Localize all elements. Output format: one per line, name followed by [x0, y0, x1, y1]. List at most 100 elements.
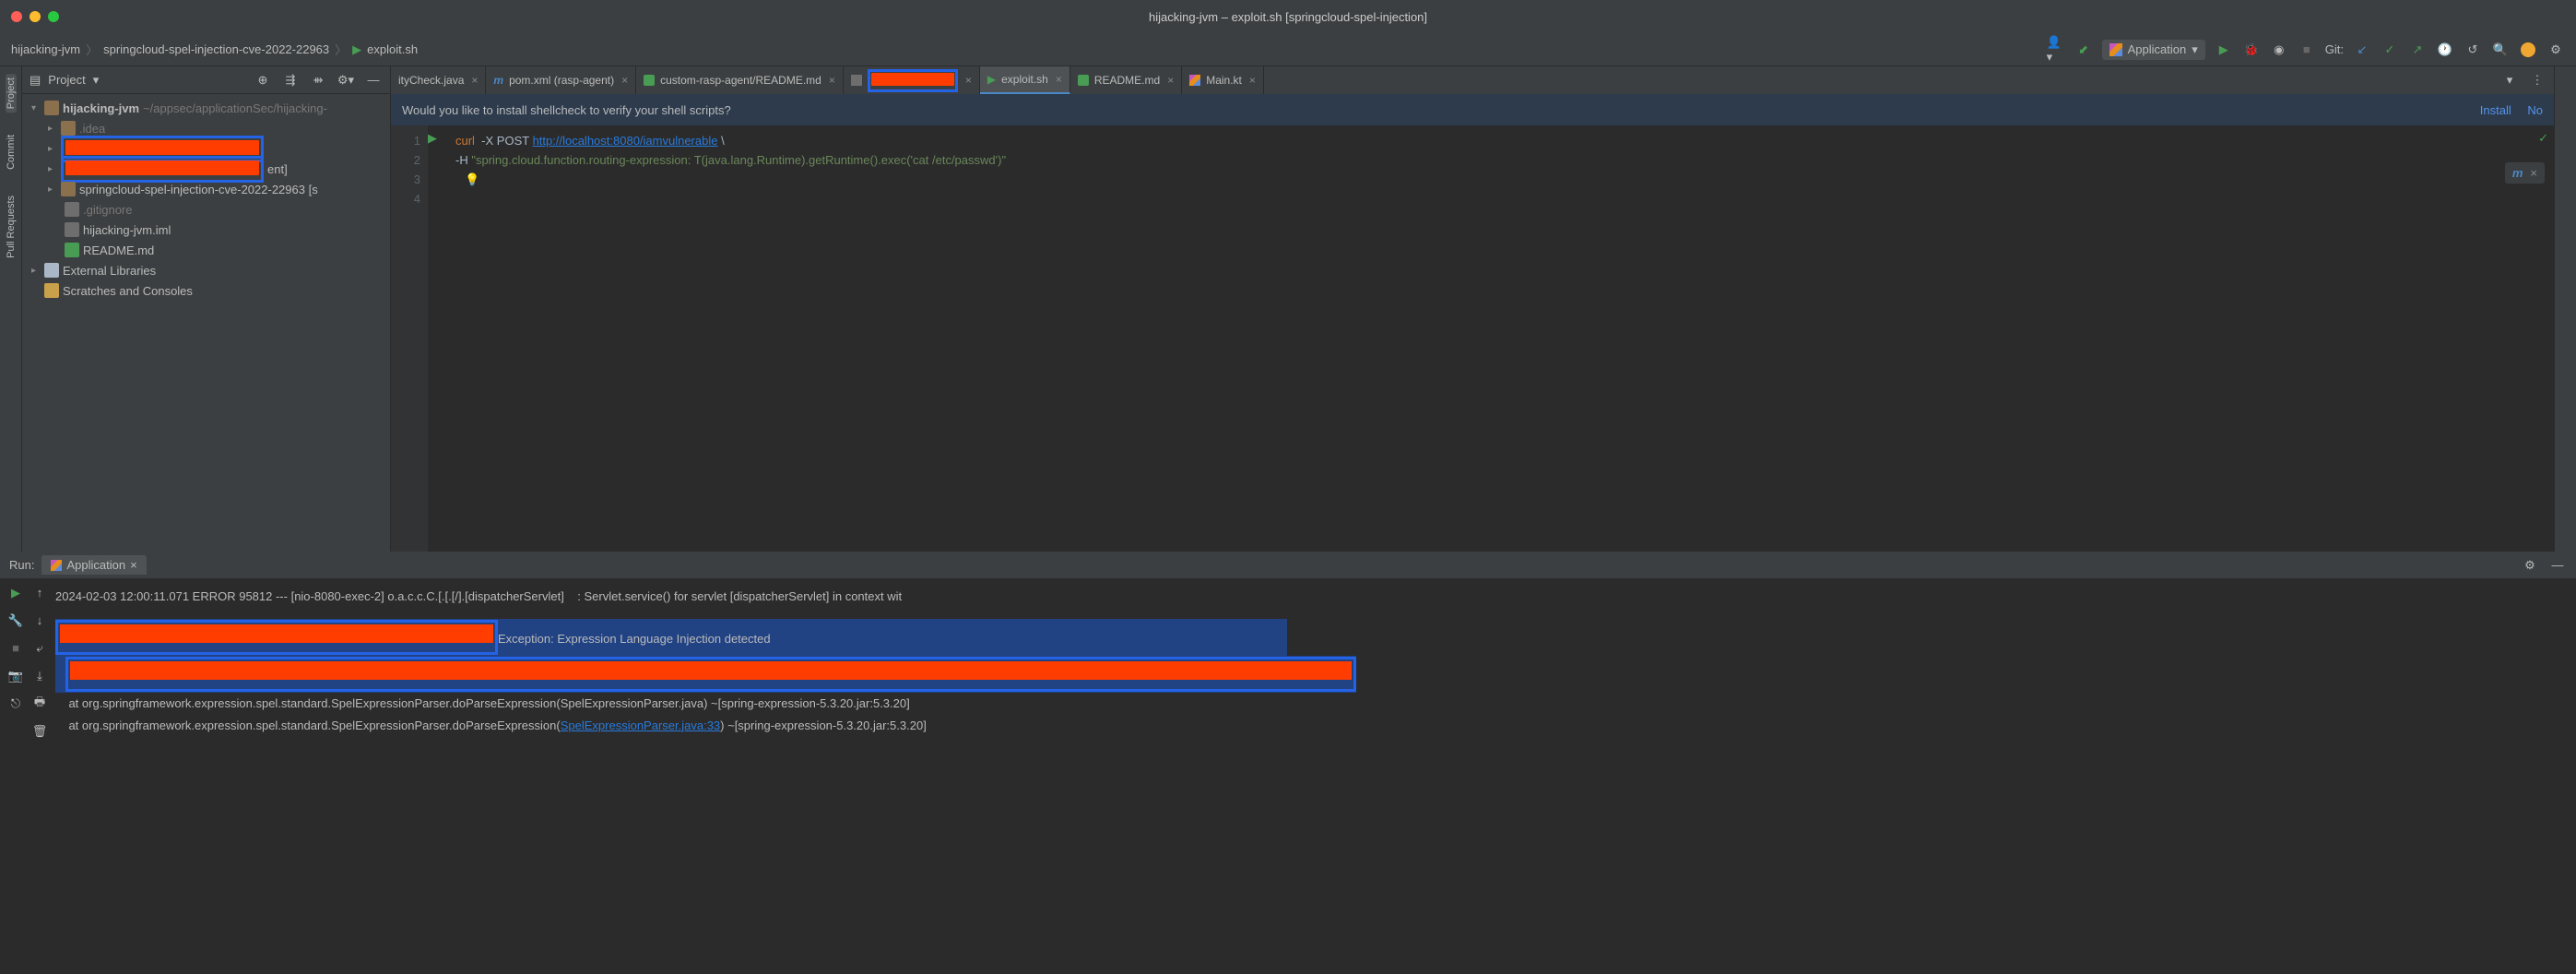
install-link[interactable]: Install [2480, 103, 2511, 117]
close-icon[interactable]: × [471, 74, 478, 87]
print-icon[interactable]: 🖶 [30, 695, 49, 713]
breadcrumb-file[interactable]: exploit.sh [367, 42, 418, 56]
gear-icon[interactable]: ⚙ [2521, 556, 2539, 575]
close-icon[interactable]: × [621, 74, 628, 87]
stop-icon[interactable]: ■ [6, 639, 25, 658]
coverage-button[interactable]: ◉ [2270, 41, 2288, 59]
more-icon[interactable]: ⋮ [2528, 71, 2546, 89]
chevron-right-icon[interactable]: ▸ [48, 164, 57, 174]
up-icon[interactable]: ↑ [30, 584, 49, 602]
project-view-dropdown[interactable]: ▾ [93, 73, 100, 88]
intention-bulb-icon[interactable]: 💡 [465, 172, 479, 186]
ide-updates-icon[interactable] [2519, 41, 2537, 59]
redacted-content [65, 160, 259, 175]
tab-itycheck[interactable]: ityCheck.java× [391, 66, 486, 94]
minimize-window-button[interactable] [30, 11, 41, 22]
settings-icon[interactable]: ⚙ [2546, 41, 2565, 59]
collapse-all-icon[interactable]: ⇻ [309, 71, 327, 89]
build-icon[interactable]: ⬋ [2074, 41, 2093, 59]
close-icon[interactable]: × [1167, 74, 1174, 87]
run-tab-application[interactable]: Application × [41, 555, 146, 575]
close-window-button[interactable] [11, 11, 22, 22]
file-icon [65, 202, 79, 217]
exit-icon[interactable]: ⎋ [6, 695, 25, 713]
wrench-icon[interactable]: 🔧 [6, 612, 25, 630]
tree-label-suffix: ent] [267, 162, 288, 176]
camera-icon[interactable]: 📷 [6, 667, 25, 685]
maximize-window-button[interactable] [48, 11, 59, 22]
run-line-icon[interactable]: ▶ [428, 131, 437, 146]
tab-pom[interactable]: mpom.xml (rasp-agent)× [486, 66, 636, 94]
git-history-icon[interactable]: 🕐 [2436, 41, 2454, 59]
close-icon[interactable]: × [1056, 73, 1062, 86]
select-opened-icon[interactable]: ⊕ [254, 71, 272, 89]
tree-label: .idea [79, 122, 105, 136]
debug-button[interactable]: 🐞 [2242, 41, 2261, 59]
tree-item-iml[interactable]: hijacking-jvm.iml [22, 220, 390, 240]
tabs-dropdown-icon[interactable]: ▾ [2500, 71, 2519, 89]
chevron-right-icon[interactable]: ▸ [48, 184, 57, 195]
tree-label: hijacking-jvm.iml [83, 223, 171, 237]
dismiss-link[interactable]: No [2527, 103, 2543, 117]
down-icon[interactable]: ↓ [30, 612, 49, 630]
chevron-right-icon[interactable]: ▸ [48, 144, 57, 154]
chevron-down-icon[interactable]: ▾ [31, 103, 41, 113]
tree-item-scratches[interactable]: Scratches and Consoles [22, 280, 390, 301]
project-tool-button[interactable]: Project [6, 74, 17, 113]
hide-panel-icon[interactable]: — [364, 71, 383, 89]
scroll-end-icon[interactable]: ⤓ [30, 667, 49, 685]
floating-toolbar: m × [2505, 162, 2545, 184]
tab-main-kt[interactable]: Main.kt× [1182, 66, 1264, 94]
tree-root[interactable]: ▾ hijacking-jvm ~/appsec/applicationSec/… [22, 98, 390, 118]
inspection-ok-icon[interactable]: ✓ [2538, 131, 2548, 146]
scratches-icon [44, 283, 59, 298]
stop-button[interactable]: ■ [2298, 41, 2316, 59]
chevron-right-icon[interactable]: ▸ [31, 266, 41, 276]
breadcrumb-project[interactable]: springcloud-spel-injection-cve-2022-2296… [103, 42, 329, 56]
tree-label: hijacking-jvm [63, 101, 139, 115]
close-icon[interactable]: × [2530, 166, 2537, 180]
run-button[interactable]: ▶ [2215, 41, 2233, 59]
rerun-icon[interactable]: ▶ [6, 584, 25, 602]
expand-all-icon[interactable]: ⇶ [281, 71, 300, 89]
commit-tool-button[interactable]: Commit [6, 131, 17, 173]
project-tree[interactable]: ▾ hijacking-jvm ~/appsec/applicationSec/… [22, 94, 390, 552]
markdown-icon [644, 75, 655, 86]
close-icon[interactable]: × [965, 74, 972, 87]
maven-icon[interactable]: m [2512, 166, 2523, 180]
tree-item-readme[interactable]: README.md [22, 240, 390, 260]
git-pull-icon[interactable]: ↙ [2353, 41, 2371, 59]
soft-wrap-icon[interactable]: ⤶ [30, 639, 49, 658]
tab-rasp-readme[interactable]: custom-rasp-agent/README.md× [636, 66, 844, 94]
tree-label: External Libraries [63, 264, 156, 278]
tree-item-redacted-2[interactable]: ▸ ent] [22, 159, 390, 179]
pull-requests-tool-button[interactable]: Pull Requests [6, 192, 17, 262]
tab-redacted[interactable]: × [844, 66, 980, 94]
close-icon[interactable]: × [829, 74, 835, 87]
gear-icon[interactable]: ⚙▾ [337, 71, 355, 89]
close-icon[interactable]: × [130, 558, 137, 572]
tree-item-gitignore[interactable]: .gitignore [22, 199, 390, 220]
tab-readme[interactable]: README.md× [1070, 66, 1182, 94]
close-icon[interactable]: × [1249, 74, 1256, 87]
tree-path: ~/appsec/applicationSec/hijacking- [143, 101, 327, 115]
chevron-right-icon[interactable]: ▸ [48, 124, 57, 134]
code-editor[interactable]: 1 2 3 4 ▶ curl -X POST http://localhost:… [391, 125, 2554, 552]
search-icon[interactable]: 🔍 [2491, 41, 2510, 59]
tab-exploit[interactable]: ▶exploit.sh× [980, 66, 1070, 94]
run-config-selector[interactable]: Application ▾ [2102, 40, 2205, 60]
code-content[interactable]: curl -X POST http://localhost:8080/iamvu… [428, 125, 1006, 552]
git-commit-icon[interactable]: ✓ [2381, 41, 2399, 59]
stacktrace-link[interactable]: SpelExpressionParser.java:33 [561, 719, 720, 732]
code-url[interactable]: http://localhost:8080/iamvulnerable [533, 134, 718, 148]
trash-icon[interactable]: 🗑 [30, 722, 49, 741]
tree-item-external-libraries[interactable]: ▸ External Libraries [22, 260, 390, 280]
hide-panel-icon[interactable]: — [2548, 556, 2567, 575]
console-output[interactable]: 2024-02-03 12:00:11.071 ERROR 95812 --- … [55, 578, 2576, 746]
file-icon [65, 222, 79, 237]
user-icon[interactable]: 👤▾ [2047, 41, 2065, 59]
revert-icon[interactable]: ↺ [2464, 41, 2482, 59]
breadcrumb-root[interactable]: hijacking-jvm [11, 42, 80, 56]
window-title: hijacking-jvm – exploit.sh [springcloud-… [1149, 10, 1427, 24]
git-push-icon[interactable]: ↗ [2408, 41, 2427, 59]
